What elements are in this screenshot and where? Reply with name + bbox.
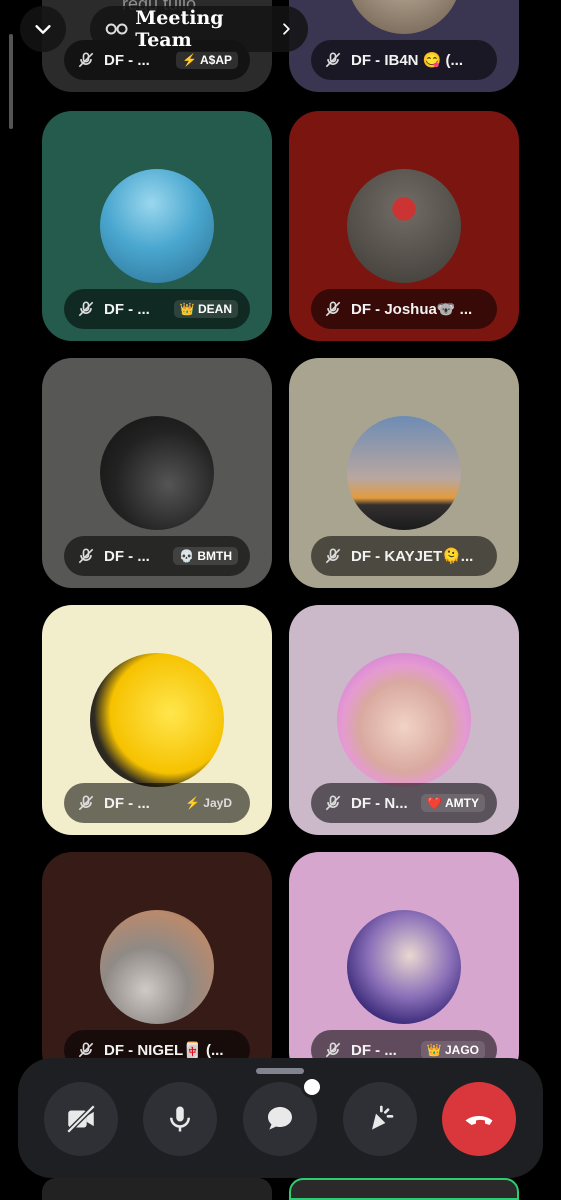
- call-control-bar: [18, 1058, 543, 1178]
- camera-toggle-button[interactable]: [44, 1082, 118, 1156]
- end-call-button[interactable]: [442, 1082, 516, 1156]
- mic-muted-icon: [78, 301, 94, 317]
- channel-title-button[interactable]: Meeting Team: [90, 6, 308, 52]
- participant-avatar: [337, 653, 471, 787]
- participant-tag: ❤️ AMTY: [421, 794, 485, 812]
- participant-avatar: [347, 416, 461, 530]
- participant-avatar: [347, 910, 461, 1024]
- participant-name: DF - NIGEL🀄 (...: [104, 1042, 224, 1059]
- chat-notification-dot: [301, 1076, 323, 1098]
- chevron-down-icon: [35, 25, 51, 34]
- participant-name: DF - ...: [104, 794, 150, 812]
- participant-avatar: [100, 910, 214, 1024]
- participant-label: DF - Joshua🐨 ...: [311, 289, 497, 329]
- channel-title: Meeting Team: [135, 7, 224, 51]
- participant-tile[interactable]: DF - Joshua🐨 ...: [289, 111, 519, 341]
- participant-label: DF - ... 💀 BMTH: [64, 536, 250, 576]
- activities-button[interactable]: [343, 1082, 417, 1156]
- participant-name: DF - ...: [104, 300, 150, 318]
- participant-tile[interactable]: DF - NIGEL🀄 (...: [42, 852, 272, 1082]
- participant-tile[interactable]: [42, 1178, 272, 1200]
- mic-muted-icon: [325, 548, 341, 564]
- participant-label: DF - ... 👑 DEAN: [64, 289, 250, 329]
- mic-muted-icon: [78, 548, 94, 564]
- participant-tag: ⚡ JayD: [185, 796, 232, 810]
- participant-tile[interactable]: DF - ... 💀 BMTH: [42, 358, 272, 588]
- chat-button[interactable]: [243, 1076, 323, 1156]
- scroll-indicator[interactable]: [9, 34, 13, 129]
- participant-tile[interactable]: DF - ... 👑 DEAN: [42, 111, 272, 341]
- chat-icon: [268, 1107, 292, 1130]
- mic-muted-icon: [325, 301, 341, 317]
- participant-name: DF - Joshua🐨 ...: [351, 301, 473, 318]
- participant-tile[interactable]: DF - ... ⚡ JayD: [42, 605, 272, 835]
- participant-name: DF - ...: [104, 547, 150, 565]
- camera-off-icon: [66, 1104, 96, 1134]
- participant-label: DF - KAYJET🫠...: [311, 536, 497, 576]
- mic-muted-icon: [78, 1042, 94, 1058]
- end-call-icon: [465, 1116, 493, 1125]
- drag-handle[interactable]: [256, 1068, 304, 1074]
- participant-tag: 💀 BMTH: [173, 547, 238, 565]
- voice-channel-icon: [105, 23, 128, 35]
- participant-tile[interactable]: [289, 1178, 519, 1200]
- call-header: regu tulio Meeting Team: [0, 0, 561, 60]
- participant-avatar: [100, 169, 214, 283]
- microphone-icon: [170, 1106, 190, 1132]
- mic-muted-icon: [325, 795, 341, 811]
- chevron-right-icon: [282, 23, 290, 35]
- participant-name: DF - KAYJET🫠...: [351, 548, 474, 565]
- mic-muted-icon: [78, 795, 94, 811]
- participant-tag: 👑 JAGO: [420, 1041, 485, 1059]
- participant-label: DF - N... ❤️ AMTY: [311, 783, 497, 823]
- participant-avatar: [90, 653, 224, 787]
- participant-label: DF - ... ⚡ JayD: [64, 783, 250, 823]
- participant-name: DF - ...: [351, 1041, 397, 1059]
- participant-tag: 👑 DEAN: [173, 300, 238, 318]
- mic-muted-icon: [325, 1042, 341, 1058]
- participant-avatar: [100, 416, 214, 530]
- microphone-toggle-button[interactable]: [143, 1082, 217, 1156]
- participant-tile[interactable]: DF - KAYJET🫠...: [289, 358, 519, 588]
- participant-avatar: [347, 169, 461, 283]
- participant-tile[interactable]: DF - N... ❤️ AMTY: [289, 605, 519, 835]
- participant-name: DF - N...: [351, 794, 408, 812]
- collapse-button[interactable]: [20, 6, 66, 52]
- participant-tile[interactable]: DF - ... 👑 JAGO: [289, 852, 519, 1082]
- activities-icon: [372, 1105, 394, 1130]
